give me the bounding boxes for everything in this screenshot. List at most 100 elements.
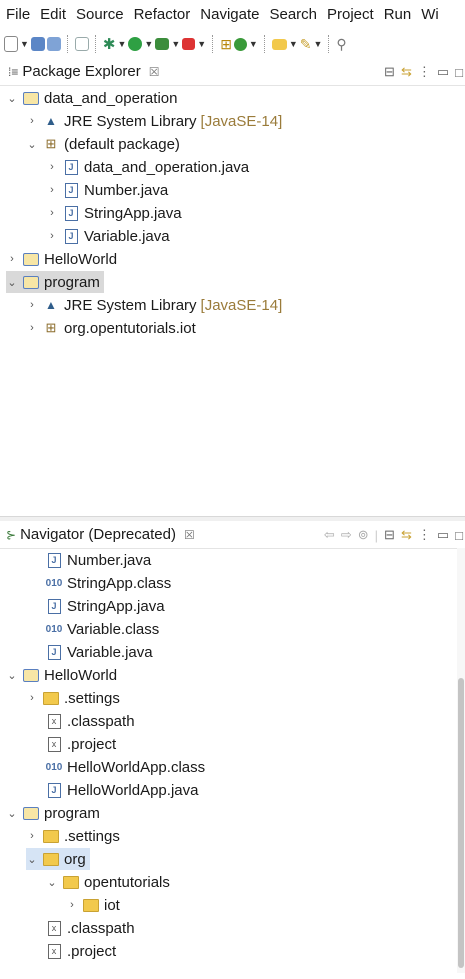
- tree-item-class-file[interactable]: 010 Variable.class: [46, 618, 160, 640]
- maximize-icon[interactable]: □: [455, 65, 463, 80]
- collapse-chevron-icon[interactable]: ›: [26, 299, 38, 311]
- pin-button[interactable]: ⚲: [336, 34, 346, 54]
- menu-refactor[interactable]: Refactor: [129, 0, 196, 30]
- collapse-chevron-icon[interactable]: ›: [26, 692, 38, 704]
- view-menu-icon[interactable]: ⋮: [418, 64, 431, 80]
- menu-project[interactable]: Project: [322, 0, 379, 30]
- tree-item-default-package[interactable]: ⌄ ⊞ (default package): [26, 133, 180, 155]
- collapse-chevron-icon[interactable]: ›: [46, 207, 58, 219]
- tree-item-folder-org[interactable]: ⌄ org: [26, 848, 90, 870]
- scrollbar-thumb[interactable]: [458, 678, 464, 968]
- link-with-editor-icon[interactable]: ⇆: [401, 527, 412, 543]
- debug-button[interactable]: ✱ ▼: [103, 34, 127, 54]
- java-file-icon: J: [46, 598, 62, 614]
- up-icon[interactable]: ⊚: [358, 527, 369, 543]
- view-menu-icon[interactable]: ⋮: [418, 527, 431, 543]
- menu-search[interactable]: Search: [264, 0, 322, 30]
- close-icon[interactable]: ☒: [184, 528, 195, 542]
- collapse-chevron-icon[interactable]: ›: [46, 184, 58, 196]
- open-type-button[interactable]: ⊞: [220, 34, 232, 54]
- tree-item-label: HelloWorldApp.class: [67, 758, 206, 776]
- menu-source[interactable]: Source: [71, 0, 129, 30]
- collapse-chevron-icon[interactable]: ›: [66, 899, 78, 911]
- tree-item-helloworld[interactable]: › HelloWorld: [6, 248, 117, 270]
- tree-item-java-file[interactable]: › J data_and_operation.java: [46, 156, 249, 178]
- chevron-down-icon: ▼: [144, 39, 154, 49]
- new-class-button[interactable]: ▼: [233, 34, 258, 54]
- minimize-icon[interactable]: ▭: [437, 527, 449, 543]
- tree-item-xml-file[interactable]: x .project: [46, 733, 116, 755]
- expand-chevron-icon[interactable]: ⌄: [26, 138, 38, 151]
- tree-item-xml-file[interactable]: x .classpath: [46, 917, 135, 939]
- tree-item-package[interactable]: › ⊞ org.opentutorials.iot: [26, 317, 196, 339]
- tree-item-xml-file[interactable]: x .project: [46, 940, 116, 962]
- menu-navigate[interactable]: Navigate: [195, 0, 264, 30]
- tree-item-java-file[interactable]: › J Variable.java: [46, 225, 169, 247]
- tree-item-folder[interactable]: ⌄ opentutorials: [46, 871, 170, 893]
- tree-item-java-file[interactable]: J Number.java: [46, 549, 151, 571]
- package-explorer-view-actions: ⊟ ⇆ ⋮ ▭ □: [384, 58, 465, 86]
- tree-item-folder[interactable]: › .settings: [26, 825, 120, 847]
- expand-chevron-icon[interactable]: ⌄: [6, 276, 18, 289]
- expand-chevron-icon[interactable]: ⌄: [6, 92, 18, 105]
- tree-item-xml-file[interactable]: x .classpath: [46, 710, 135, 732]
- toolbar-separator: [212, 35, 214, 53]
- tree-item-jre-library[interactable]: › ▲ JRE System Library [JavaSE-14]: [26, 294, 282, 316]
- close-icon[interactable]: ☒: [149, 65, 160, 79]
- collapse-chevron-icon[interactable]: ›: [26, 322, 38, 334]
- collapse-chevron-icon[interactable]: ›: [26, 830, 38, 842]
- menu-file[interactable]: File: [0, 0, 35, 30]
- external-tools-button[interactable]: ▼: [182, 34, 206, 54]
- tree-item-class-file[interactable]: 010 HelloWorldApp.class: [46, 756, 205, 778]
- tree-item-program[interactable]: ⌄ program: [6, 271, 104, 293]
- tree-item-java-file[interactable]: › J Number.java: [46, 179, 168, 201]
- tree-item-label: .classpath: [67, 919, 135, 937]
- minimize-icon[interactable]: ▭: [437, 64, 449, 80]
- open-folder-button[interactable]: ▼: [271, 34, 298, 54]
- collapse-chevron-icon[interactable]: ›: [6, 253, 18, 265]
- menu-run[interactable]: Run: [379, 0, 417, 30]
- tree-item-folder[interactable]: › .settings: [26, 687, 120, 709]
- tree-item-folder[interactable]: › iot: [66, 894, 120, 916]
- menu-window[interactable]: Wi: [416, 0, 444, 30]
- tree-item-label: HelloWorld: [44, 250, 118, 268]
- tree-item-jre-library[interactable]: › ▲ JRE System Library [JavaSE-14]: [26, 110, 282, 132]
- forward-icon[interactable]: ⇨: [341, 527, 352, 543]
- maximize-icon[interactable]: □: [455, 528, 463, 543]
- navigator-title[interactable]: Navigator (Deprecated): [20, 526, 176, 543]
- xml-file-icon: x: [46, 943, 62, 959]
- terminal-button[interactable]: [74, 34, 89, 54]
- collapse-chevron-icon[interactable]: ›: [26, 115, 38, 127]
- new-button[interactable]: ▼: [4, 34, 29, 54]
- tree-item-java-file[interactable]: J StringApp.java: [46, 595, 165, 617]
- run-button[interactable]: ▼: [128, 34, 153, 54]
- menu-edit[interactable]: Edit: [35, 0, 71, 30]
- java-file-icon: J: [63, 228, 79, 244]
- collapse-all-icon[interactable]: ⊟: [384, 64, 395, 80]
- tree-item-java-file[interactable]: J Variable.java: [46, 641, 153, 663]
- save-button[interactable]: [30, 34, 45, 54]
- link-with-editor-icon[interactable]: ⇆: [401, 64, 412, 80]
- package-explorer-title[interactable]: Package Explorer: [22, 63, 140, 80]
- expand-chevron-icon[interactable]: ⌄: [6, 669, 18, 682]
- collapse-all-icon[interactable]: ⊟: [384, 527, 395, 543]
- expand-chevron-icon[interactable]: ⌄: [46, 876, 58, 889]
- tree-item-helloworld[interactable]: ⌄ HelloWorld: [6, 664, 117, 686]
- pen-button[interactable]: ✎ ▼: [300, 34, 323, 54]
- tree-item-program[interactable]: ⌄ program: [6, 802, 99, 824]
- tree-item-java-file[interactable]: › J StringApp.java: [46, 202, 181, 224]
- expand-chevron-icon[interactable]: ⌄: [6, 807, 18, 820]
- navigator-scrollbar[interactable]: [457, 548, 465, 973]
- back-icon[interactable]: ⇦: [324, 527, 335, 543]
- tree-item-java-file[interactable]: J HelloWorldApp.java: [46, 779, 198, 801]
- expand-chevron-icon[interactable]: ⌄: [26, 853, 38, 866]
- coverage-button[interactable]: ▼: [155, 34, 180, 54]
- tree-item-label: program: [44, 273, 100, 291]
- folder-icon: [43, 690, 59, 706]
- tree-item-class-file[interactable]: 010 StringApp.class: [46, 572, 172, 594]
- tree-item-label: org.opentutorials.iot: [64, 319, 196, 337]
- tree-item-data-and-operation[interactable]: ⌄ data_and_operation: [6, 87, 177, 109]
- collapse-chevron-icon[interactable]: ›: [46, 230, 58, 242]
- save-all-button[interactable]: [46, 34, 61, 54]
- collapse-chevron-icon[interactable]: ›: [46, 161, 58, 173]
